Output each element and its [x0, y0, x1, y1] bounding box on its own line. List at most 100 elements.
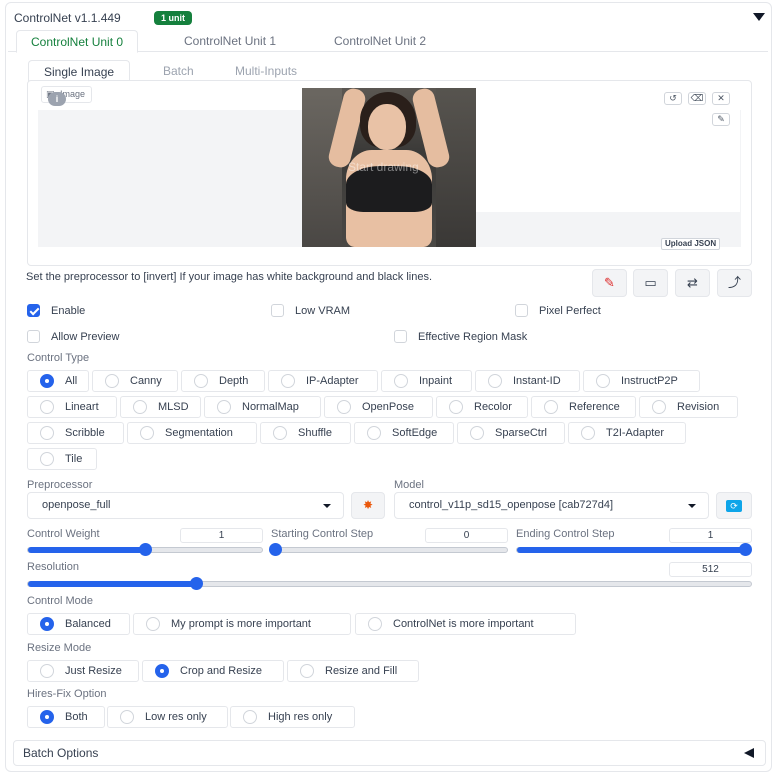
- slider-thumb[interactable]: [139, 543, 152, 556]
- explosion-icon[interactable]: ✸: [351, 492, 385, 519]
- starting-step-slider[interactable]: [269, 543, 508, 556]
- control-type-depth[interactable]: Depth: [181, 370, 265, 392]
- control-type-sparsectrl[interactable]: SparseCtrl: [457, 422, 565, 444]
- hires-fix-high-res-only[interactable]: High res only: [230, 706, 355, 728]
- slider-thumb[interactable]: [269, 543, 282, 556]
- ending-step-input[interactable]: 1: [669, 528, 752, 543]
- preprocessor-value: openpose_full: [42, 499, 111, 511]
- pixel-perfect-checkbox[interactable]: Pixel Perfect: [515, 304, 601, 318]
- control-mode-balanced[interactable]: Balanced: [27, 613, 130, 635]
- radio-label: Lineart: [65, 401, 99, 413]
- radio-label: All: [65, 375, 78, 387]
- resize-mode-crop-and-resize[interactable]: Crop and Resize: [142, 660, 284, 682]
- model-select[interactable]: control_v11p_sd15_openpose [cab727d4]: [394, 492, 709, 519]
- control-type-revision[interactable]: Revision: [639, 396, 738, 418]
- radio-label: SoftEdge: [392, 427, 438, 439]
- control-type-lineart[interactable]: Lineart: [27, 396, 117, 418]
- radio-label: Shuffle: [298, 427, 333, 439]
- radio-label: Recolor: [474, 401, 512, 413]
- control-type-all[interactable]: All: [27, 370, 89, 392]
- control-type-instant-id[interactable]: Instant-ID: [475, 370, 580, 392]
- camera-icon[interactable]: ▭: [633, 269, 668, 297]
- panel-title[interactable]: ControlNet v1.1.449: [14, 11, 121, 25]
- tab-multi-inputs[interactable]: Multi-Inputs: [220, 60, 312, 82]
- slider-thumb[interactable]: [739, 543, 752, 556]
- control-type-inpaint[interactable]: Inpaint: [381, 370, 472, 392]
- control-type-mlsd[interactable]: MLSD: [120, 396, 201, 418]
- control-type-tile[interactable]: Tile: [27, 448, 97, 470]
- erase-icon[interactable]: ⌫: [688, 92, 706, 105]
- radio-dot: [133, 400, 147, 414]
- slider-fill: [28, 547, 145, 553]
- resize-mode-just-resize[interactable]: Just Resize: [27, 660, 139, 682]
- collapse-triangle-icon[interactable]: [753, 13, 765, 21]
- control-mode-prompt-important[interactable]: My prompt is more important: [133, 613, 351, 635]
- radio-dot: [394, 374, 408, 388]
- effective-region-mask-checkbox[interactable]: Effective Region Mask: [394, 330, 527, 344]
- allow-preview-checkbox[interactable]: Allow Preview: [27, 330, 119, 344]
- batch-options-accordion[interactable]: Batch Options: [13, 740, 766, 766]
- tab-controlnet-unit-2[interactable]: ControlNet Unit 2: [320, 30, 440, 52]
- effective-region-mask-label: Effective Region Mask: [418, 331, 528, 343]
- photo-bg-left: [302, 88, 342, 247]
- radio-dot: [105, 374, 119, 388]
- control-type-segmentation[interactable]: Segmentation: [127, 422, 257, 444]
- control-weight-input[interactable]: 1: [180, 528, 263, 543]
- radio-label: My prompt is more important: [171, 618, 311, 630]
- checkbox-box: [271, 304, 284, 317]
- radio-dot: [544, 400, 558, 414]
- tab-controlnet-unit-1[interactable]: ControlNet Unit 1: [170, 30, 290, 52]
- radio-dot: [155, 664, 169, 678]
- tab-single-image[interactable]: Single Image: [28, 60, 131, 82]
- control-type-shuffle[interactable]: Shuffle: [260, 422, 351, 444]
- control-type-canny[interactable]: Canny: [92, 370, 178, 392]
- swap-icon[interactable]: ⇄: [675, 269, 710, 297]
- radio-label: Inpaint: [419, 375, 453, 387]
- radio-label: Segmentation: [165, 427, 233, 439]
- edit-icon[interactable]: ✎: [592, 269, 627, 297]
- upload-json-button[interactable]: Upload JSON: [661, 238, 721, 250]
- brush-icon[interactable]: ✎: [712, 113, 730, 126]
- control-type-recolor[interactable]: Recolor: [436, 396, 528, 418]
- hires-fix-low-res-only[interactable]: Low res only: [107, 706, 228, 728]
- resolution-input[interactable]: 512: [669, 562, 752, 577]
- starting-step-input[interactable]: 0: [425, 528, 508, 543]
- control-type-scribble[interactable]: Scribble: [27, 422, 124, 444]
- control-weight-slider[interactable]: [27, 543, 263, 556]
- radio-label: Scribble: [65, 427, 105, 439]
- control-type-softedge[interactable]: SoftEdge: [354, 422, 454, 444]
- resize-mode-resize-and-fill[interactable]: Resize and Fill: [287, 660, 419, 682]
- batch-options-label: Batch Options: [23, 746, 99, 760]
- hires-fix-label: Hires-Fix Option: [27, 688, 107, 700]
- radio-label: Instant-ID: [513, 375, 561, 387]
- radio-label: ControlNet is more important: [393, 618, 534, 630]
- refresh-icon[interactable]: ⟳: [716, 492, 752, 519]
- preprocessor-select[interactable]: openpose_full: [27, 492, 344, 519]
- control-type-normalmap[interactable]: NormalMap: [204, 396, 321, 418]
- photo-bg-right: [436, 88, 476, 247]
- radio-label: T2I-Adapter: [606, 427, 665, 439]
- unit-tab-bar: ControlNet Unit 0 ControlNet Unit 1 Cont…: [8, 30, 768, 53]
- control-type-reference[interactable]: Reference: [531, 396, 636, 418]
- info-icon[interactable]: i: [48, 92, 66, 106]
- control-type-instructp2p[interactable]: InstructP2P: [583, 370, 700, 392]
- control-mode-controlnet-important[interactable]: ControlNet is more important: [355, 613, 576, 635]
- radio-dot: [449, 400, 463, 414]
- preprocessor-label: Preprocessor: [27, 479, 93, 491]
- low-vram-checkbox[interactable]: Low VRAM: [271, 304, 350, 318]
- model-label: Model: [394, 479, 424, 491]
- resolution-slider[interactable]: [27, 577, 752, 590]
- enable-checkbox[interactable]: Enable: [27, 304, 85, 318]
- control-type-openpose[interactable]: OpenPose: [324, 396, 433, 418]
- hires-fix-both[interactable]: Both: [27, 706, 105, 728]
- control-type-t2i-adapter[interactable]: T2I-Adapter: [568, 422, 686, 444]
- radio-dot: [243, 710, 257, 724]
- ending-step-slider[interactable]: [516, 543, 752, 556]
- undo-icon[interactable]: ↺: [664, 92, 682, 105]
- tab-batch[interactable]: Batch: [148, 60, 209, 82]
- control-type-ip-adapter[interactable]: IP-Adapter: [268, 370, 378, 392]
- enable-label: Enable: [51, 305, 86, 317]
- tab-controlnet-unit-0[interactable]: ControlNet Unit 0: [16, 30, 139, 53]
- close-icon[interactable]: ✕: [712, 92, 730, 105]
- send-dimensions-icon[interactable]: ⤴: [717, 269, 752, 297]
